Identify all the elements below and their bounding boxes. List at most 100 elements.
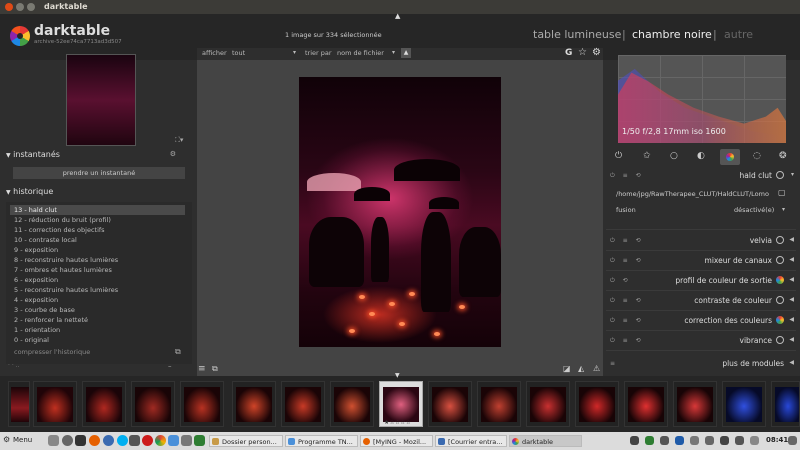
app-launcher-icon[interactable]: [194, 435, 205, 446]
taskbar-task-active[interactable]: darktable: [509, 435, 582, 447]
network-icon[interactable]: [690, 436, 699, 445]
system-clock[interactable]: 08:41: [766, 436, 788, 444]
star-icon[interactable]: ✩: [643, 151, 651, 161]
expand-arrow-icon[interactable]: ◀: [789, 276, 794, 283]
filmstrip-thumbnail[interactable]: [131, 381, 175, 427]
history-item[interactable]: 5 - reconstruire hautes lumières: [10, 285, 185, 295]
thunderbird-icon[interactable]: [103, 435, 114, 446]
taskbar-task[interactable]: [Courrier entra...: [435, 435, 507, 447]
overexposed-warning-icon[interactable]: ⚠: [593, 364, 600, 373]
module-velvia[interactable]: ⏻ ≡ ⟲ velvia ◀: [606, 231, 796, 251]
dropdown-arrow-icon[interactable]: ▾: [392, 49, 395, 56]
half-circle-icon[interactable]: ◐: [697, 151, 705, 161]
history-item[interactable]: 7 - ombres et hautes lumières: [10, 265, 185, 275]
history-item[interactable]: 1 - orientation: [10, 325, 185, 335]
power-menu-icon[interactable]: [788, 436, 797, 445]
history-item[interactable]: 11 - correction des objectifs: [10, 225, 185, 235]
vlc-icon[interactable]: [129, 435, 140, 446]
module-enable-toggle[interactable]: [776, 276, 784, 284]
firefox-icon[interactable]: [89, 435, 100, 446]
circle-icon[interactable]: ○: [670, 151, 678, 161]
filmstrip-thumbnail[interactable]: [575, 381, 619, 427]
gamut-check-icon[interactable]: ◭: [578, 364, 584, 373]
filmstrip-thumbnail-selected[interactable]: ★☆☆☆☆: [379, 381, 423, 427]
filmstrip-thumbnail[interactable]: [771, 381, 800, 427]
show-desktop-icon[interactable]: [48, 435, 59, 446]
snapshots-settings-icon[interactable]: ⚙: [170, 150, 176, 158]
module-enable-toggle[interactable]: [776, 236, 784, 244]
history-item[interactable]: 0 - original: [10, 335, 185, 345]
terminal-icon[interactable]: [75, 435, 86, 446]
bluetooth-icon[interactable]: [675, 436, 684, 445]
filmstrip-thumbnail[interactable]: [428, 381, 472, 427]
create-style-icon[interactable]: ⧉: [175, 347, 181, 357]
zoom-fit-icon[interactable]: ⛶▾: [175, 136, 183, 145]
file-browse-icon[interactable]: ▢: [778, 188, 786, 197]
app-launcher-icon[interactable]: [181, 435, 192, 446]
history-item[interactable]: 2 - renforcer la netteté: [10, 315, 185, 325]
history-header[interactable]: ▼ historique: [6, 187, 192, 199]
history-item[interactable]: 9 - exposition: [10, 245, 185, 255]
filmstrip-toggle-icon[interactable]: ▼: [395, 372, 400, 379]
history-item[interactable]: 4 - exposition: [10, 295, 185, 305]
history-item[interactable]: 10 - contraste local: [10, 235, 185, 245]
filmstrip-thumbnail[interactable]: [33, 381, 77, 427]
module-enable-toggle[interactable]: [776, 336, 784, 344]
battery-icon[interactable]: [720, 436, 729, 445]
blend-mode-select[interactable]: désactivé(e): [734, 206, 774, 214]
take-snapshot-button[interactable]: prendre un instantané: [13, 167, 185, 179]
clock-app-icon[interactable]: [62, 435, 73, 446]
top-panel-toggle-icon[interactable]: ▲: [395, 12, 400, 20]
taskbar-task[interactable]: Dossier person...: [209, 435, 283, 447]
view-lighttable-link[interactable]: table lumineuse: [533, 28, 621, 41]
module-output-color-profile[interactable]: ⏻ ⟲ profil de couleur de sortie ◀: [606, 271, 796, 291]
filmstrip-thumbnail[interactable]: [673, 381, 717, 427]
close-window-button[interactable]: [5, 3, 13, 11]
filmstrip-thumbnail[interactable]: [82, 381, 126, 427]
filmstrip-thumbnail[interactable]: [477, 381, 521, 427]
aperture-icon[interactable]: ❂: [779, 151, 787, 161]
history-item[interactable]: 3 - courbe de base: [10, 305, 185, 315]
star-overlay-button[interactable]: ☆: [578, 47, 587, 58]
taskbar-task[interactable]: Programme TN...: [285, 435, 358, 447]
grouping-button[interactable]: G: [565, 48, 572, 58]
expand-arrow-icon[interactable]: ◀: [789, 359, 794, 366]
softproof-icon[interactable]: ◪: [563, 364, 571, 373]
filmstrip-thumbnail[interactable]: [180, 381, 224, 427]
navigation-thumbnail[interactable]: [66, 54, 136, 146]
module-enable-toggle[interactable]: [776, 296, 784, 304]
collapse-arrow-icon[interactable]: ▾: [791, 171, 794, 178]
opera-icon[interactable]: [142, 435, 153, 446]
history-item[interactable]: 8 - reconstruire hautes lumières: [10, 255, 185, 265]
view-other-link[interactable]: autre: [724, 28, 753, 41]
clut-file-path[interactable]: /home/jpg/RawTherapee_CLUT/HaldCLUT/Lomo: [616, 190, 776, 198]
maximize-window-button[interactable]: [27, 3, 35, 11]
filmstrip-thumbnail[interactable]: [330, 381, 374, 427]
filmstrip-thumbnail[interactable]: [526, 381, 570, 427]
expand-arrow-icon[interactable]: ◀: [789, 316, 794, 323]
preferences-gear-button[interactable]: ⚙: [592, 47, 601, 58]
expand-arrow-icon[interactable]: ◀: [789, 256, 794, 263]
compress-history-button[interactable]: compresser l'historique: [14, 348, 90, 356]
notifications-icon[interactable]: [705, 436, 714, 445]
sync-icon[interactable]: [750, 436, 759, 445]
expand-arrow-icon[interactable]: ◀: [789, 236, 794, 243]
volume-icon[interactable]: [735, 436, 744, 445]
module-enable-toggle[interactable]: [776, 316, 784, 324]
module-enable-toggle[interactable]: [776, 171, 784, 179]
minimize-window-button[interactable]: [16, 3, 24, 11]
menu-icon[interactable]: ⚙: [3, 435, 10, 444]
module-color-contrast[interactable]: ⏻ ≡ ⟲ contraste de couleur ◀: [606, 291, 796, 311]
dropdown-arrow-icon[interactable]: ▾: [782, 206, 785, 213]
chrome-icon[interactable]: [155, 435, 166, 446]
view-darkroom-link[interactable]: chambre noire: [632, 28, 712, 41]
filmstrip-thumbnail[interactable]: [722, 381, 766, 427]
rating-stars[interactable]: ★☆☆☆☆: [384, 419, 411, 426]
tray-app-icon[interactable]: [660, 436, 669, 445]
module-enable-toggle[interactable]: [776, 256, 784, 264]
snapshots-header[interactable]: ▼ instantanés ⚙: [6, 150, 192, 162]
power-icon[interactable]: ⏻: [615, 151, 622, 161]
shield-icon[interactable]: [630, 436, 639, 445]
filmstrip-thumbnail[interactable]: [624, 381, 668, 427]
module-channel-mixer[interactable]: ⏻ ≡ ⟲ mixeur de canaux ◀: [606, 251, 796, 271]
